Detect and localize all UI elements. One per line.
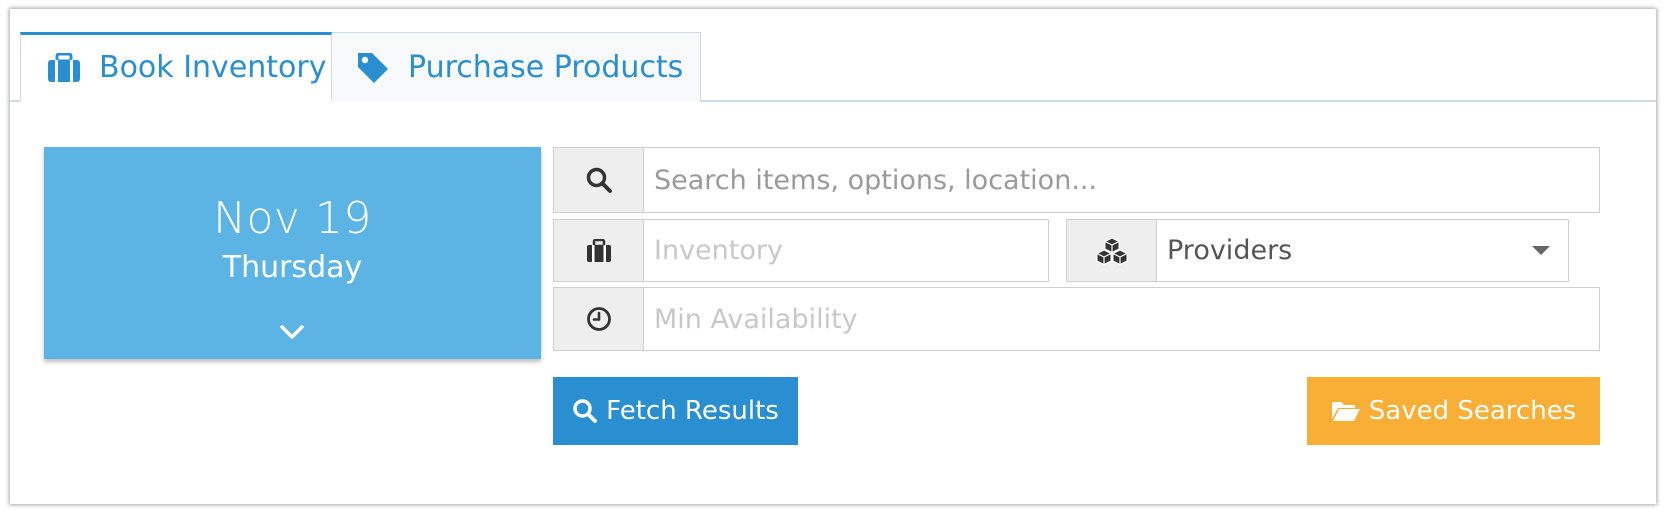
fetch-results-label: Fetch Results (606, 396, 779, 426)
search-group (553, 147, 1600, 213)
providers-addon (1067, 220, 1157, 281)
tab-book-inventory[interactable]: Book Inventory (20, 32, 332, 102)
chevron-down-icon[interactable] (278, 323, 306, 341)
min-availability-addon (554, 288, 644, 350)
clock-icon (586, 307, 611, 331)
search-addon (554, 148, 644, 212)
providers-selected-value: Providers (1167, 235, 1293, 266)
date-value: Nov 19 (213, 193, 372, 244)
search-panel: Book Inventory Purchase Products Nov 19 … (10, 9, 1656, 504)
fetch-results-button[interactable]: Fetch Results (553, 377, 798, 445)
tab-label: Purchase Products (408, 50, 684, 85)
saved-searches-button[interactable]: Saved Searches (1307, 377, 1600, 445)
providers-select[interactable]: Providers (1157, 220, 1568, 281)
cubes-icon (1096, 236, 1127, 265)
search-icon (572, 398, 598, 424)
tag-icon (354, 51, 392, 85)
briefcase-icon (586, 238, 611, 262)
tab-bar: Book Inventory Purchase Products (10, 9, 1656, 109)
min-availability-input[interactable] (644, 288, 1599, 350)
saved-searches-label: Saved Searches (1368, 396, 1577, 426)
date-picker-card[interactable]: Nov 19 Thursday (44, 147, 541, 359)
tab-label: Book Inventory (99, 50, 327, 85)
search-input[interactable] (644, 148, 1599, 212)
weekday-label: Thursday (222, 250, 363, 285)
search-icon (586, 167, 612, 193)
inventory-addon (554, 220, 644, 281)
folder-open-icon (1331, 399, 1361, 423)
caret-down-icon (1532, 246, 1550, 255)
inventory-group (553, 219, 1049, 282)
inventory-input[interactable] (644, 220, 1048, 281)
providers-group: Providers (1066, 219, 1569, 282)
min-availability-group (553, 287, 1600, 351)
tab-purchase-products[interactable]: Purchase Products (331, 32, 701, 102)
briefcase-icon (45, 51, 83, 85)
